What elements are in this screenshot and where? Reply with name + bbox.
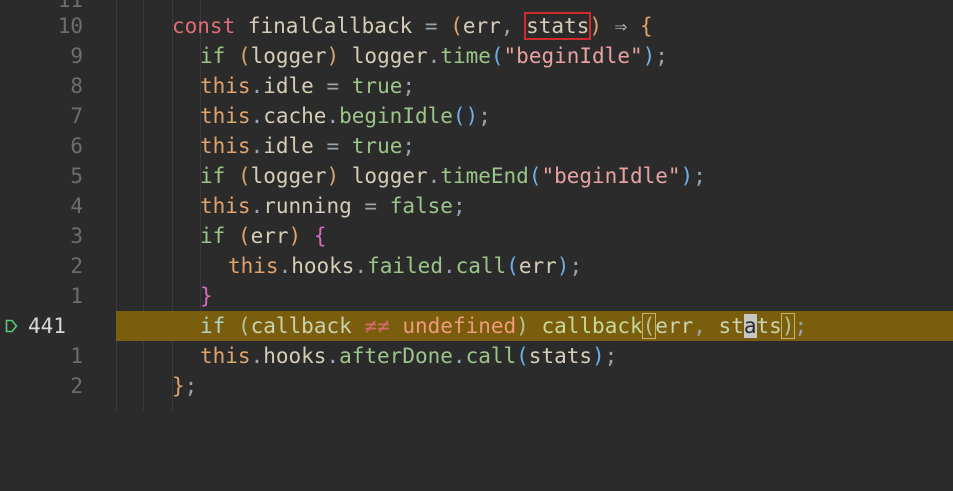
code-text: this.idle = true;: [200, 74, 416, 98]
code-text: if (callback ≠≠ undefined) callback(err,…: [200, 313, 808, 339]
line-number: 7: [70, 104, 83, 128]
code-text: const finalCallback = (err, stats) ⇒ {: [172, 12, 653, 40]
code-text: if (logger) logger.time("beginIdle");: [200, 44, 668, 68]
line-number: 5: [70, 164, 83, 188]
code-line[interactable]: 10 const finalCallback = (err, stats) ⇒ …: [0, 11, 953, 41]
code-text: this.running = false;: [200, 194, 466, 218]
code-line[interactable]: 6 this.idle = true;: [0, 131, 953, 161]
code-line[interactable]: 7 this.cache.beginIdle();: [0, 101, 953, 131]
code-text: if (err) {: [200, 224, 327, 248]
code-line[interactable]: 5 if (logger) logger.timeEnd("beginIdle"…: [0, 161, 953, 191]
code-text: this.hooks.failed.call(err);: [228, 254, 583, 278]
code-line[interactable]: 3 if (err) {: [0, 221, 953, 251]
highlighted-token-stats: stats: [524, 12, 592, 40]
line-number: 9: [70, 44, 83, 68]
current-line-number: 441: [28, 314, 66, 338]
debug-stop-marker-icon[interactable]: [5, 319, 18, 333]
line-number: 4: [70, 194, 83, 218]
code-text: this.idle = true;: [200, 134, 416, 158]
code-line[interactable]: 1 this.hooks.afterDone.call(stats);: [0, 341, 953, 371]
line-number: 2: [70, 254, 83, 278]
line-number: 1: [70, 344, 83, 368]
line-number: 1: [70, 284, 83, 308]
code-line[interactable]: 8 this.idle = true;: [0, 71, 953, 101]
line-number: 8: [70, 74, 83, 98]
code-text: }: [200, 284, 213, 308]
line-number: 6: [70, 134, 83, 158]
code-text: };: [172, 374, 198, 398]
code-text: if (logger) logger.timeEnd("beginIdle");: [200, 164, 706, 188]
line-number: 10: [57, 14, 83, 38]
code-line[interactable]: 2 };: [0, 371, 953, 401]
code-line[interactable]: 4 this.running = false;: [0, 191, 953, 221]
code-editor[interactable]: 1 1 10 const finalCallback = (err, stats)…: [0, 0, 953, 411]
code-line[interactable]: 1 }: [0, 281, 953, 311]
code-line[interactable]: 2 this.hooks.failed.call(err);: [0, 251, 953, 281]
line-number: 3: [70, 224, 83, 248]
code-line[interactable]: 9 if (logger) logger.time("beginIdle");: [0, 41, 953, 71]
code-text: this.cache.beginIdle();: [200, 104, 491, 128]
text-cursor: a: [743, 314, 757, 338]
code-text: this.hooks.afterDone.call(stats);: [200, 344, 618, 368]
current-line[interactable]: 441 if (callback ≠≠ undefined) callback(…: [0, 311, 953, 341]
line-number: 2: [70, 374, 83, 398]
